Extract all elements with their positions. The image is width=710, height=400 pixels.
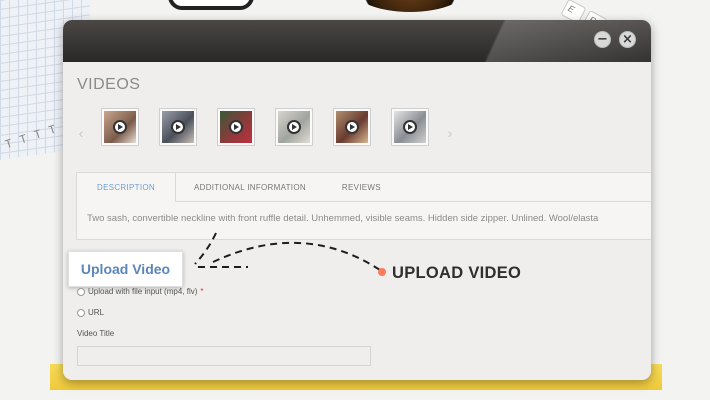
- upload-video-button[interactable]: Upload Video: [68, 251, 183, 287]
- video-thumbnail[interactable]: [217, 108, 255, 146]
- video-thumbnail[interactable]: [159, 108, 197, 146]
- play-icon: [229, 120, 243, 134]
- annotation-curve: [212, 241, 381, 271]
- minimize-button[interactable]: −: [594, 31, 611, 48]
- window-titlebar: − ×: [63, 20, 651, 62]
- description-text: Two sash, convertible neckline with fron…: [87, 213, 599, 224]
- radio-url-label: URL: [88, 308, 105, 317]
- video-thumbnail[interactable]: [101, 108, 139, 146]
- carousel-prev-button[interactable]: ‹: [77, 112, 85, 154]
- video-thumbnail[interactable]: [391, 108, 429, 146]
- tab-additional-information[interactable]: ADDITIONAL INFORMATION: [176, 173, 324, 201]
- radio-url[interactable]: URL: [77, 308, 104, 317]
- page-title: VIDEOS: [77, 76, 141, 93]
- radio-upload-label: Upload with file input (mp4, flv): [88, 287, 198, 296]
- phone-image: [168, 0, 254, 10]
- tab-description[interactable]: DESCRIPTION: [77, 173, 176, 202]
- annotation-dot: [378, 268, 386, 276]
- close-button[interactable]: ×: [619, 31, 636, 48]
- radio-upload-file[interactable]: Upload with file input (mp4, flv) *: [77, 287, 204, 296]
- play-icon: [287, 120, 301, 134]
- video-thumbnail-strip: [101, 108, 429, 146]
- play-icon: [403, 120, 417, 134]
- play-icon: [171, 120, 185, 134]
- required-marker: *: [200, 287, 204, 296]
- video-thumbnail[interactable]: [275, 108, 313, 146]
- tab-reviews[interactable]: REVIEWS: [324, 173, 399, 201]
- annotation-label: UPLOAD VIDEO: [392, 264, 522, 282]
- video-title-label: Video Title: [77, 329, 115, 338]
- product-tabs-panel: DESCRIPTION ADDITIONAL INFORMATION REVIE…: [76, 172, 651, 240]
- radio-button-upload[interactable]: [77, 287, 85, 296]
- video-title-input[interactable]: [77, 346, 371, 366]
- play-icon: [345, 120, 359, 134]
- play-icon: [113, 120, 127, 134]
- radio-button-url[interactable]: [77, 308, 85, 317]
- coffee-cup-image: [350, 0, 470, 12]
- app-window: − × VIDEOS ‹ › DESCRIPTION ADDITIONAL IN…: [63, 20, 651, 380]
- carousel-next-button[interactable]: ›: [446, 112, 454, 154]
- titlebar-gloss: [401, 20, 651, 62]
- video-thumbnail[interactable]: [333, 108, 371, 146]
- tab-bar: DESCRIPTION ADDITIONAL INFORMATION REVIE…: [77, 173, 651, 202]
